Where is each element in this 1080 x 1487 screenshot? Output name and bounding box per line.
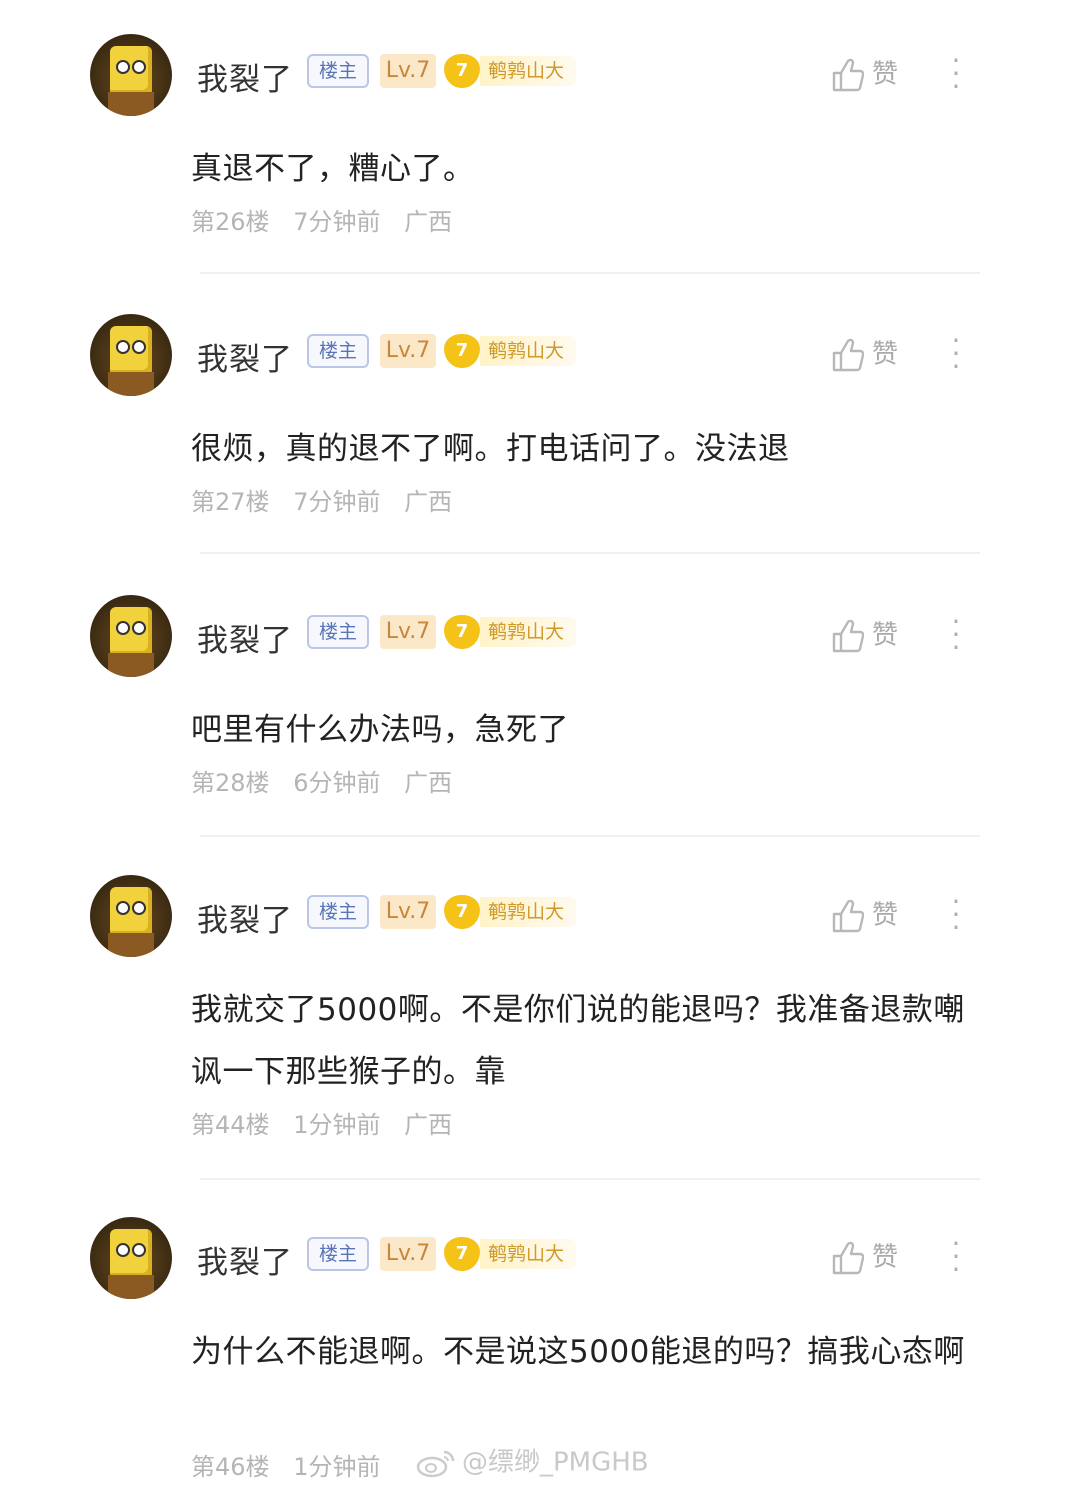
avatar-eye <box>116 901 130 915</box>
more-vertical-icon[interactable]: · · · <box>946 47 966 101</box>
more-vertical-icon[interactable]: · · · <box>946 608 966 662</box>
comment-meta: 第44楼 1分钟前 广西 <box>191 1105 468 1140</box>
ip-location: 广西 <box>404 488 453 516</box>
post-time: 7分钟前 <box>293 488 381 516</box>
watermark-text: @缥缈_PMGHB <box>462 1447 649 1478</box>
avatar-eye <box>132 60 146 74</box>
divider <box>200 552 980 554</box>
like-label: 赞 <box>872 620 899 651</box>
badge-title: 鹌鹑山大 <box>480 1239 577 1269</box>
comment-text: 吧里有什么办法吗，急死了 <box>191 712 569 748</box>
like-button[interactable]: 赞 <box>830 615 898 655</box>
ip-location: 广西 <box>404 769 453 797</box>
like-button[interactable]: 赞 <box>830 895 898 935</box>
avatar-eye <box>132 901 146 915</box>
comment-text: 很烦，真的退不了啊。打电话问了。没法退 <box>191 431 790 467</box>
badge-title: 鹌鹑山大 <box>480 897 577 927</box>
avatar[interactable] <box>90 34 172 116</box>
avatar[interactable] <box>90 875 172 957</box>
avatar-pants <box>108 1275 154 1299</box>
thumbs-up-icon <box>832 899 864 932</box>
like-label: 赞 <box>872 339 899 370</box>
thumbs-up-icon <box>832 619 864 652</box>
medal-icon: 7 <box>444 334 480 368</box>
op-tag: 楼主 <box>307 1237 369 1271</box>
more-vertical-icon[interactable]: · · · <box>946 888 966 942</box>
avatar-eye <box>132 340 146 354</box>
thumbs-up-icon <box>832 58 864 91</box>
thumbs-up-icon <box>832 1241 864 1274</box>
ip-location: 广西 <box>404 208 453 236</box>
comment-text: 为什么不能退啊。不是说这5000能退的吗？搞我心态啊 <box>191 1334 965 1370</box>
like-button[interactable]: 赞 <box>830 54 898 94</box>
divider <box>200 1178 980 1180</box>
floor-number: 第26楼 <box>191 208 270 236</box>
divider <box>200 272 980 274</box>
op-tag: 楼主 <box>307 334 369 368</box>
floor-number: 第27楼 <box>191 488 270 516</box>
badge-title: 鹌鹑山大 <box>480 336 577 366</box>
comment-meta: 第27楼 7分钟前 广西 <box>191 482 468 517</box>
comment-text: 我就交了5000啊。不是你们说的能退吗？我准备退款嘲讽一下那些猴子的。靠 <box>191 992 965 1090</box>
username[interactable]: 我裂了 <box>197 54 293 99</box>
medal-icon: 7 <box>444 895 480 929</box>
op-tag: 楼主 <box>307 615 369 649</box>
watermark: @缥缈_PMGHB <box>416 1442 649 1482</box>
op-tag: 楼主 <box>307 895 369 929</box>
avatar-eye <box>132 621 146 635</box>
post-time: 1分钟前 <box>293 1111 381 1139</box>
avatar[interactable] <box>90 314 172 396</box>
level-badge: Lv.7 <box>380 895 436 929</box>
medal-icon: 7 <box>444 615 480 649</box>
avatar-eye <box>132 1243 146 1257</box>
badge-title: 鹌鹑山大 <box>480 56 577 86</box>
divider <box>200 835 980 837</box>
floor-number: 第44楼 <box>191 1111 270 1139</box>
post-time: 1分钟前 <box>293 1453 381 1481</box>
avatar-pants <box>108 933 154 957</box>
ip-location: 广西 <box>404 1111 453 1139</box>
medal-icon: 7 <box>444 1237 480 1271</box>
level-badge: Lv.7 <box>380 334 436 368</box>
badge-title: 鹌鹑山大 <box>480 617 577 647</box>
weibo-logo-icon <box>416 1450 455 1477</box>
username[interactable]: 我裂了 <box>197 1237 293 1282</box>
comment-meta: 第28楼 6分钟前 广西 <box>191 763 468 798</box>
username[interactable]: 我裂了 <box>197 895 293 940</box>
avatar-pants <box>108 92 154 116</box>
username[interactable]: 我裂了 <box>197 334 293 379</box>
avatar[interactable] <box>90 595 172 677</box>
level-badge: Lv.7 <box>380 54 436 88</box>
like-label: 赞 <box>872 59 899 90</box>
like-label: 赞 <box>872 1242 899 1273</box>
comment-meta: 第46楼 1分钟前 <box>191 1447 412 1482</box>
level-badge: Lv.7 <box>380 615 436 649</box>
post-time: 7分钟前 <box>293 208 381 236</box>
avatar-eye <box>116 1243 130 1257</box>
like-button[interactable]: 赞 <box>830 334 898 374</box>
op-tag: 楼主 <box>307 54 369 88</box>
avatar[interactable] <box>90 1217 172 1299</box>
more-vertical-icon[interactable]: · · · <box>946 1230 966 1284</box>
comment-meta: 第26楼 7分钟前 广西 <box>191 202 468 237</box>
thumbs-up-icon <box>832 338 864 371</box>
more-vertical-icon[interactable]: · · · <box>946 327 966 381</box>
floor-number: 第28楼 <box>191 769 270 797</box>
like-label: 赞 <box>872 900 899 931</box>
avatar-eye <box>116 60 130 74</box>
floor-number: 第46楼 <box>191 1453 270 1481</box>
avatar-eye <box>116 621 130 635</box>
post-time: 6分钟前 <box>293 769 381 797</box>
comment-feed: 我裂了 楼主 Lv.7 7 鹌鹑山大 赞 · · · 真退不了，糟心了。 第26楼 … <box>0 0 1080 1487</box>
avatar-pants <box>108 372 154 396</box>
avatar-eye <box>116 340 130 354</box>
avatar-pants <box>108 653 154 677</box>
username[interactable]: 我裂了 <box>197 615 293 660</box>
comment-text: 真退不了，糟心了。 <box>191 151 475 187</box>
level-badge: Lv.7 <box>380 1237 436 1271</box>
like-button[interactable]: 赞 <box>830 1237 898 1277</box>
medal-icon: 7 <box>444 54 480 88</box>
